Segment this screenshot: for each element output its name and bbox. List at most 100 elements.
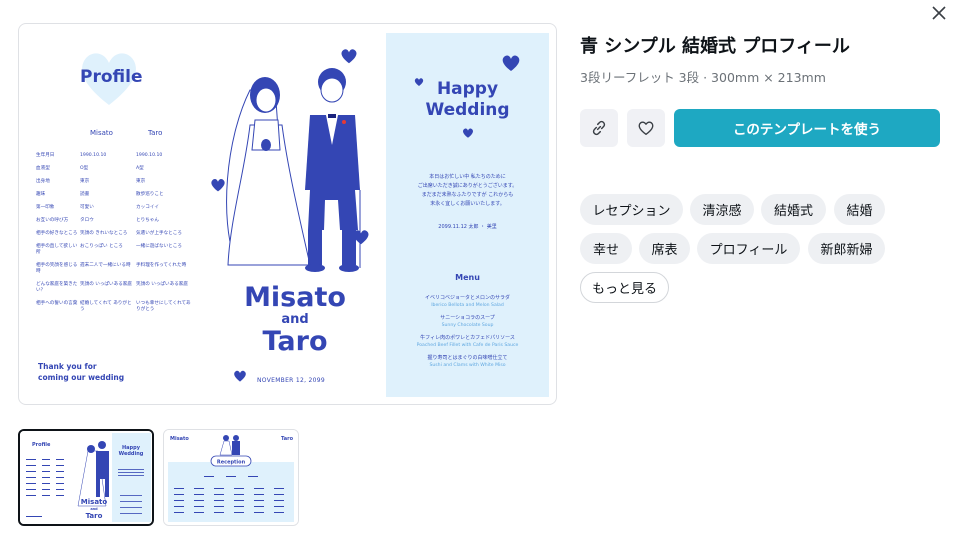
profile-answer-bride: 笑顔の いっぱいある家庭	[80, 282, 132, 287]
thanks-line-1: Thank you for	[38, 362, 97, 371]
message-line: ご出席いただき誠にありがとうございます。	[417, 183, 518, 189]
profile-row: 血液型 O型 A型	[36, 166, 196, 172]
profile-question: 相手の直して欲しい所	[36, 244, 78, 255]
profile-answer-bride: 1990.10.10	[80, 153, 107, 158]
menu-item: サニーショコラのスープ Sunny Chocolate Soup	[386, 315, 549, 329]
menu-item-en: Iberico Bellota and Melon Salad	[431, 303, 504, 308]
tag-reception[interactable]: レセプション	[580, 194, 683, 225]
menu-item: イベリコベジョータとメロンのサラダ Iberico Bellota and Mel…	[386, 295, 549, 309]
template-subtitle: 3段リーフレット 3段 · 300mm × 213mm	[580, 70, 826, 85]
happy-wedding-title: Happy Wedding	[386, 79, 549, 121]
message-line: まだまだ未熟なふたりですが これからも	[421, 192, 514, 198]
menu-item-en: Poached Beef Fillet with Cafe de Paris S…	[416, 343, 519, 348]
profile-row: 相手への誓いの言葉 結婚してくれて ありがとう いつも幸せにしてくれてありがとう	[36, 301, 196, 313]
thumb-and: and	[90, 507, 98, 511]
leaflet-page: Profile Misato Taro 生年月日 1990.10.10 1990.1…	[20, 25, 556, 404]
menu-title: Menu	[455, 273, 480, 282]
message-date: 2099.11.12 太郎 ・ 美里	[438, 224, 497, 230]
tag-seating-chart[interactable]: 席表	[639, 233, 690, 264]
small-heart-icon	[463, 128, 473, 138]
thumb-name1: Misato	[81, 498, 108, 506]
tag-profile[interactable]: プロフィール	[697, 233, 800, 264]
tag-wedding-ceremony[interactable]: 結婚式	[761, 194, 826, 225]
thumb-name2: Taro	[86, 512, 103, 520]
message-line: 本日はお忙しい中 私たちのために	[429, 174, 506, 180]
profile-question: 相手の笑顔を感じる時	[36, 263, 78, 274]
thumb2-reception-badge: Reception	[217, 460, 246, 466]
menu-item-en: Sushi and Clams with White Miso	[429, 363, 506, 368]
profile-question: どんな家庭を築きたい？	[36, 282, 78, 293]
profile-row: 生年月日 1990.10.10 1990.10.10	[36, 153, 196, 159]
bride-name: Misato	[244, 282, 346, 313]
tag-marriage[interactable]: 結婚	[834, 194, 885, 225]
profile-answer-groom: 気遣いが上手なところ	[136, 231, 182, 236]
profile-answer-groom: いつも幸せにしてくれてありがとう	[136, 301, 191, 312]
profile-question: お互いの呼び方	[36, 218, 69, 223]
wedding-date: NOVEMBER 12, 2099	[257, 377, 325, 384]
menu-item-jp: イベリコベジョータとメロンのサラダ	[424, 295, 510, 301]
profile-question: 出身地	[36, 179, 50, 184]
small-heart-icon	[341, 49, 357, 64]
groom-column-header: Taro	[148, 129, 163, 137]
profile-answer-groom: 1990.10.10	[136, 153, 163, 158]
page-thumbnail-2[interactable]: Misato Taro Reception	[163, 429, 299, 526]
profile-question: 血液型	[36, 166, 50, 171]
profile-answer-groom: 散歩巡りこと	[136, 192, 164, 197]
thumb-profile-text: Profile	[32, 442, 51, 448]
profile-answer-groom: 一緒に遊ばないところ	[136, 244, 182, 249]
profile-answer-groom: カッコイイ	[136, 205, 159, 210]
profile-answer-bride: 読書	[80, 192, 90, 197]
profile-row: お互いの呼び方 タロウ とりちゃん	[36, 218, 196, 224]
menu-list: イベリコベジョータとメロンのサラダ Iberico Bellota and Mel…	[386, 295, 549, 375]
profile-title: Profile	[80, 67, 143, 87]
small-heart-icon	[502, 55, 520, 71]
page-thumbnail-1[interactable]: Profile Misato and Taro Happy Wedding	[18, 429, 154, 526]
small-heart-icon	[353, 230, 369, 245]
profile-row: 相手の直して欲しい所 おこりっぽい ところ 一緒に遊ばないところ	[36, 244, 196, 256]
thanks-line-2: coming our wedding	[38, 373, 125, 382]
profile-row: 相手の笑顔を感じる時 週末二人で一緒にいる時 手料理を作ってくれた時	[36, 263, 196, 275]
profile-answer-bride: 東京	[80, 179, 90, 184]
profile-answer-bride: 可愛い	[80, 205, 94, 210]
profile-question: 趣味	[36, 192, 46, 197]
tag-bride-and-groom[interactable]: 新郎新婦	[808, 233, 885, 264]
heart-outline-icon	[638, 121, 654, 135]
profile-answer-groom: とりちゃん	[136, 218, 159, 223]
menu-item-en: Sunny Chocolate Soup	[441, 323, 494, 328]
happy-text: Happy	[436, 79, 499, 99]
profile-question: 第一印象	[36, 205, 55, 210]
profile-question: 相手の好きなところ	[36, 231, 78, 236]
thumb2-left-name: Misato	[170, 436, 189, 442]
small-heart-icon	[234, 370, 246, 382]
groom-name: Taro	[262, 326, 328, 357]
bride-column-header: Misato	[90, 129, 113, 137]
profile-answer-groom: A型	[136, 166, 144, 171]
profile-row: 相手の好きなところ 笑顔の きれいなところ 気遣いが上手なところ	[36, 231, 196, 237]
profile-answer-bride: O型	[80, 166, 89, 171]
menu-item-jp: サニーショコラのスープ	[440, 315, 495, 321]
and-text: and	[281, 312, 309, 327]
use-template-button[interactable]: このテンプレートを使う	[674, 109, 940, 147]
profile-row: 出身地 東京 東京	[36, 179, 196, 185]
thumbnail-2-preview: Misato Taro Reception	[164, 430, 298, 525]
profile-answer-bride: 結婚してくれて ありがとう	[80, 301, 132, 312]
profile-answer-groom: 東京	[136, 179, 146, 184]
profile-answer-bride: 週末二人で一緒にいる時	[80, 263, 131, 268]
close-icon	[932, 6, 946, 20]
copy-link-button[interactable]	[580, 109, 618, 147]
greeting-panel: Happy Wedding 本日はお忙しい中 私たちのために ご出席いただき誠に…	[386, 33, 549, 397]
link-icon	[592, 120, 606, 136]
tag-happiness[interactable]: 幸せ	[580, 233, 632, 264]
favorite-button[interactable]	[627, 109, 665, 147]
show-more-tags-button[interactable]: もっと見る	[580, 272, 669, 303]
thumb-wedding: Wedding	[119, 451, 144, 457]
profile-answer-groom: 笑顔の いっぱいある家庭	[136, 282, 188, 287]
template-title: 青 シンプル 結婚式 プロフィール	[580, 36, 850, 57]
menu-item-jp: 牛フィレ肉のポワレとカフェドパリソース	[420, 335, 515, 341]
profile-row: 第一印象 可愛い カッコイイ	[36, 205, 196, 211]
profile-row: どんな家庭を築きたい？ 笑顔の いっぱいある家庭 笑顔の いっぱいある家庭	[36, 282, 196, 294]
profile-question: 生年月日	[36, 153, 55, 158]
close-button[interactable]	[926, 0, 952, 26]
couple-names: Misato and Taro	[210, 283, 380, 357]
tag-refreshing[interactable]: 清涼感	[690, 194, 754, 225]
